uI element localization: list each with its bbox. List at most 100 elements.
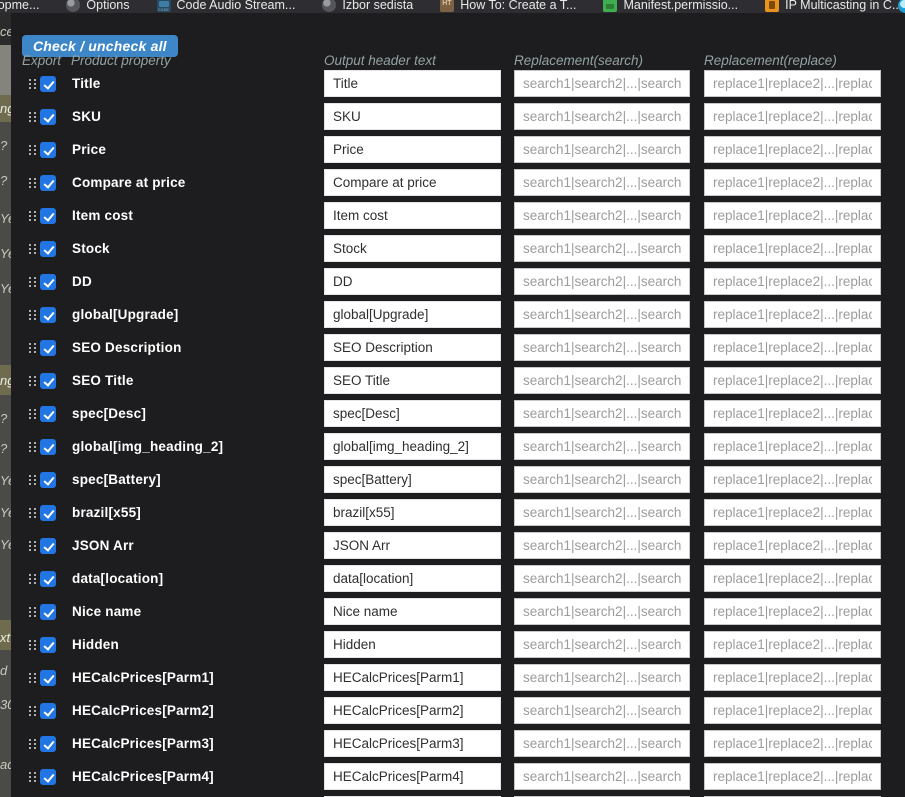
bookmark-item[interactable]: Manifest.permissio... bbox=[603, 0, 738, 13]
replacement-replace-input[interactable] bbox=[704, 169, 881, 196]
output-header-input[interactable] bbox=[324, 136, 501, 163]
replacement-replace-input[interactable] bbox=[704, 367, 881, 394]
export-checkbox[interactable] bbox=[40, 670, 56, 686]
replacement-search-input[interactable] bbox=[514, 598, 690, 625]
replacement-replace-input[interactable] bbox=[704, 532, 881, 559]
replacement-search-input[interactable] bbox=[514, 532, 690, 559]
output-header-input[interactable] bbox=[324, 301, 501, 328]
output-header-input[interactable] bbox=[324, 664, 501, 691]
export-checkbox[interactable] bbox=[40, 736, 56, 752]
replacement-replace-input[interactable] bbox=[704, 70, 881, 97]
replacement-replace-input[interactable] bbox=[704, 268, 881, 295]
replacement-replace-input[interactable] bbox=[704, 697, 881, 724]
replacement-search-input[interactable] bbox=[514, 235, 690, 262]
export-checkbox[interactable] bbox=[40, 571, 56, 587]
replacement-search-input[interactable] bbox=[514, 301, 690, 328]
drag-handle-icon[interactable] bbox=[29, 706, 37, 717]
replacement-search-input[interactable] bbox=[514, 136, 690, 163]
replacement-search-input[interactable] bbox=[514, 631, 690, 658]
bookmark-item[interactable]: How To: Create a T... bbox=[440, 0, 576, 13]
drag-handle-icon[interactable] bbox=[29, 739, 37, 750]
drag-handle-icon[interactable] bbox=[29, 244, 37, 255]
replacement-replace-input[interactable] bbox=[704, 136, 881, 163]
replacement-search-input[interactable] bbox=[514, 334, 690, 361]
drag-handle-icon[interactable] bbox=[29, 277, 37, 288]
replacement-replace-input[interactable] bbox=[704, 235, 881, 262]
replacement-search-input[interactable] bbox=[514, 70, 690, 97]
output-header-input[interactable] bbox=[324, 730, 501, 757]
export-checkbox[interactable] bbox=[40, 472, 56, 488]
export-checkbox[interactable] bbox=[40, 109, 56, 125]
export-checkbox[interactable] bbox=[40, 373, 56, 389]
export-checkbox[interactable] bbox=[40, 274, 56, 290]
replacement-search-input[interactable] bbox=[514, 466, 690, 493]
replacement-search-input[interactable] bbox=[514, 730, 690, 757]
replacement-search-input[interactable] bbox=[514, 433, 690, 460]
bookmark-item[interactable]: elopme... bbox=[0, 0, 39, 13]
output-header-input[interactable] bbox=[324, 334, 501, 361]
replacement-search-input[interactable] bbox=[514, 169, 690, 196]
output-header-input[interactable] bbox=[324, 202, 501, 229]
replacement-search-input[interactable] bbox=[514, 367, 690, 394]
output-header-input[interactable] bbox=[324, 433, 501, 460]
export-checkbox[interactable] bbox=[40, 439, 56, 455]
output-header-input[interactable] bbox=[324, 268, 501, 295]
replacement-search-input[interactable] bbox=[514, 202, 690, 229]
replacement-replace-input[interactable] bbox=[704, 433, 881, 460]
replacement-search-input[interactable] bbox=[514, 400, 690, 427]
export-checkbox[interactable] bbox=[40, 538, 56, 554]
output-header-input[interactable] bbox=[324, 763, 501, 790]
export-checkbox[interactable] bbox=[40, 208, 56, 224]
drag-handle-icon[interactable] bbox=[29, 574, 37, 585]
output-header-input[interactable] bbox=[324, 103, 501, 130]
export-checkbox[interactable] bbox=[40, 505, 56, 521]
drag-handle-icon[interactable] bbox=[29, 772, 37, 783]
replacement-replace-input[interactable] bbox=[704, 103, 881, 130]
bookmark-item[interactable]: Izbor sedista bbox=[322, 0, 413, 13]
export-checkbox[interactable] bbox=[40, 76, 56, 92]
drag-handle-icon[interactable] bbox=[29, 79, 37, 90]
output-header-input[interactable] bbox=[324, 631, 501, 658]
output-header-input[interactable] bbox=[324, 598, 501, 625]
export-checkbox[interactable] bbox=[40, 307, 56, 323]
output-header-input[interactable] bbox=[324, 565, 501, 592]
replacement-replace-input[interactable] bbox=[704, 664, 881, 691]
bookmark-item[interactable]: Options bbox=[66, 0, 130, 13]
output-header-input[interactable] bbox=[324, 70, 501, 97]
replacement-search-input[interactable] bbox=[514, 763, 690, 790]
replacement-replace-input[interactable] bbox=[704, 301, 881, 328]
replacement-replace-input[interactable] bbox=[704, 631, 881, 658]
drag-handle-icon[interactable] bbox=[29, 640, 37, 651]
replacement-search-input[interactable] bbox=[514, 268, 690, 295]
output-header-input[interactable] bbox=[324, 400, 501, 427]
output-header-input[interactable] bbox=[324, 697, 501, 724]
export-checkbox[interactable] bbox=[40, 769, 56, 785]
drag-handle-icon[interactable] bbox=[29, 508, 37, 519]
replacement-replace-input[interactable] bbox=[704, 202, 881, 229]
replacement-replace-input[interactable] bbox=[704, 400, 881, 427]
drag-handle-icon[interactable] bbox=[29, 541, 37, 552]
export-checkbox[interactable] bbox=[40, 241, 56, 257]
export-checkbox[interactable] bbox=[40, 703, 56, 719]
replacement-replace-input[interactable] bbox=[704, 499, 881, 526]
export-checkbox[interactable] bbox=[40, 142, 56, 158]
replacement-replace-input[interactable] bbox=[704, 730, 881, 757]
replacement-search-input[interactable] bbox=[514, 103, 690, 130]
output-header-input[interactable] bbox=[324, 235, 501, 262]
replacement-search-input[interactable] bbox=[514, 565, 690, 592]
drag-handle-icon[interactable] bbox=[29, 343, 37, 354]
drag-handle-icon[interactable] bbox=[29, 112, 37, 123]
bookmark-item[interactable]: IP Multicasting in C... bbox=[765, 0, 902, 13]
replacement-replace-input[interactable] bbox=[704, 466, 881, 493]
replacement-replace-input[interactable] bbox=[704, 334, 881, 361]
replacement-search-input[interactable] bbox=[514, 499, 690, 526]
drag-handle-icon[interactable] bbox=[29, 475, 37, 486]
drag-handle-icon[interactable] bbox=[29, 442, 37, 453]
drag-handle-icon[interactable] bbox=[29, 409, 37, 420]
drag-handle-icon[interactable] bbox=[29, 211, 37, 222]
export-checkbox[interactable] bbox=[40, 637, 56, 653]
replacement-search-input[interactable] bbox=[514, 664, 690, 691]
replacement-search-input[interactable] bbox=[514, 697, 690, 724]
drag-handle-icon[interactable] bbox=[29, 376, 37, 387]
replacement-replace-input[interactable] bbox=[704, 763, 881, 790]
